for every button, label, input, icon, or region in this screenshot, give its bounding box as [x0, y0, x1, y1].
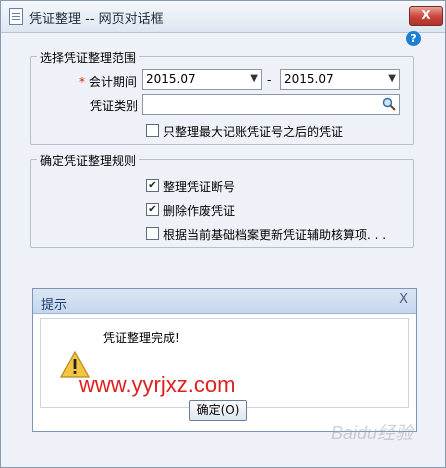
rule-checkbox[interactable]: ✔: [146, 203, 159, 216]
site-watermark: www.yyrjxz.com: [79, 372, 236, 397]
ok-button[interactable]: 确定(O): [189, 400, 247, 421]
search-icon[interactable]: [382, 97, 396, 111]
period-to-value: 2015.07: [284, 72, 334, 86]
alert-close-icon[interactable]: X: [399, 292, 408, 307]
alert-title-bar: 提示 X: [33, 289, 416, 314]
title-bar: 凭证整理 -- 网页对话框 X: [1, 1, 445, 33]
only-after-max-checkbox[interactable]: [146, 124, 159, 137]
voucher-type-input[interactable]: [142, 94, 400, 115]
rule-label: 整理凭证断号: [163, 180, 236, 194]
period-label-text: 会计期间: [88, 75, 137, 89]
window-title: 凭证整理 -- 网页对话框: [29, 12, 164, 27]
rule-checkbox[interactable]: [146, 227, 159, 240]
period-label: * 会计期间: [79, 73, 137, 90]
voucher-type-label: 凭证类别: [90, 99, 139, 113]
dialog-window: 凭证整理 -- 网页对话框 X ? 选择凭证整理范围 * 会计期间 2015.0…: [0, 0, 446, 468]
rule-label: 删除作废凭证: [163, 204, 236, 218]
document-icon: [9, 8, 23, 25]
rules-group-legend: 确定凭证整理规则: [37, 152, 140, 169]
rule-label: 根据当前基础档案更新凭证辅助核算项. . .: [163, 228, 387, 242]
chevron-down-icon: ▼: [250, 73, 258, 84]
chevron-down-icon: ▼: [388, 73, 396, 84]
alert-title: 提示: [41, 298, 68, 313]
range-group-legend: 选择凭证整理范围: [37, 49, 140, 66]
period-to-select[interactable]: 2015.07 ▼: [280, 69, 400, 90]
period-from-select[interactable]: 2015.07 ▼: [142, 69, 262, 90]
period-separator: -: [267, 73, 272, 87]
alert-message: 凭证整理完成!: [103, 331, 180, 345]
only-after-max-label: 只整理最大记账凭证号之后的凭证: [163, 125, 344, 139]
window-close-button[interactable]: X: [409, 6, 443, 26]
required-mark: *: [79, 75, 85, 89]
baidu-watermark: Baidu经验: [331, 423, 414, 443]
rule-checkbox[interactable]: ✔: [146, 179, 159, 192]
period-from-value: 2015.07: [146, 72, 196, 86]
help-icon[interactable]: ?: [406, 31, 421, 46]
